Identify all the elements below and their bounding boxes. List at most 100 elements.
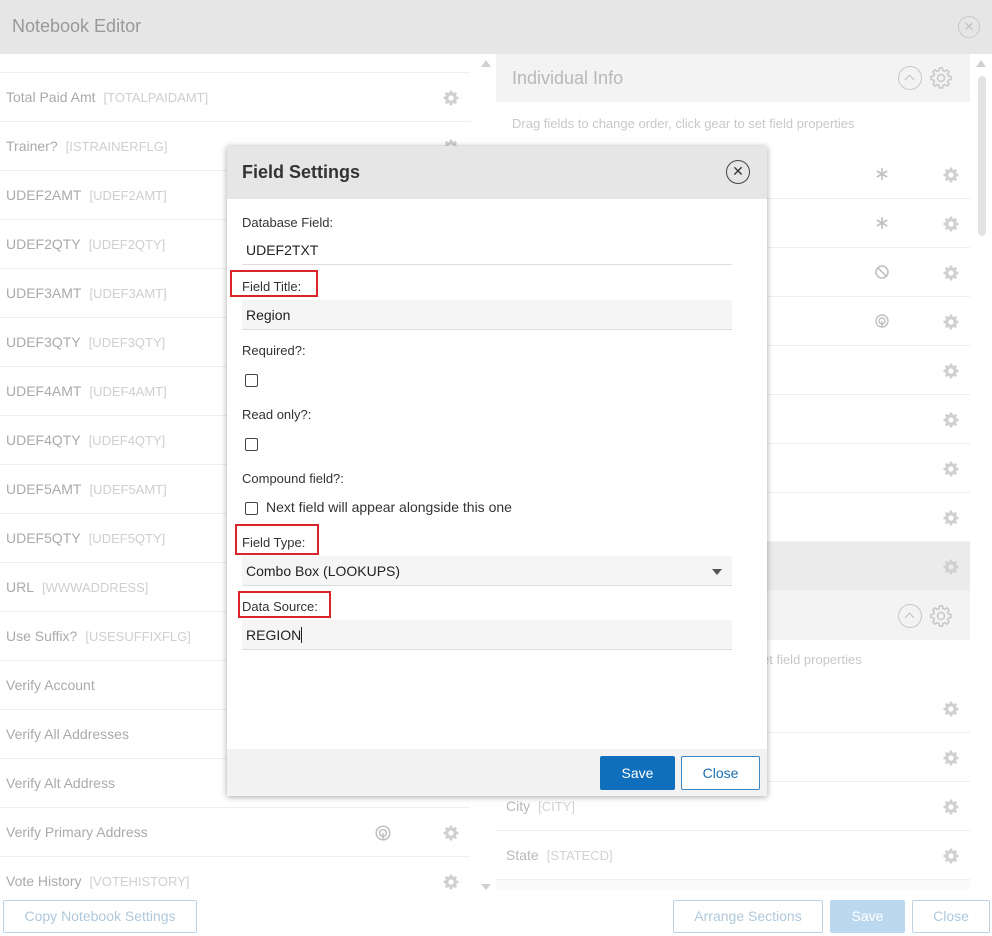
window-close-icon[interactable]: ✕	[958, 16, 980, 38]
read-only-label: Read only?:	[242, 407, 312, 422]
read-only-checkbox[interactable]	[245, 438, 258, 451]
field-code: [UDEF4QTY]	[88, 433, 166, 448]
gear-icon[interactable]	[942, 509, 960, 527]
section-hint-2-text: et field properties	[762, 652, 862, 667]
gear-icon[interactable]	[442, 89, 460, 107]
section-hint: Drag fields to change order, click gear …	[496, 102, 970, 150]
field-label: Trainer?	[6, 138, 58, 154]
section-header: Individual Info	[496, 54, 970, 102]
field-code: [USESUFFIXFLG]	[85, 629, 191, 644]
field-label: UDEF3AMT	[6, 285, 82, 301]
field-code: [UDEF3AMT]	[89, 286, 167, 301]
compound-field-label: Compound field?:	[242, 471, 344, 486]
field-title-input[interactable]: Region	[242, 300, 732, 330]
field-type-selected-value: Combo Box (LOOKUPS)	[246, 563, 401, 579]
section-gear-icon[interactable]	[929, 604, 953, 628]
field-code: [UDEF4AMT]	[89, 384, 167, 399]
footer-save-button[interactable]: Save	[830, 900, 905, 933]
gear-icon[interactable]	[942, 847, 960, 865]
field-code: [WWWADDRESS]	[42, 580, 149, 595]
field-code: [UDEF5QTY]	[88, 531, 166, 546]
field-list-item[interactable]: Total Paid Amt [TOTALPAIDAMT]	[0, 73, 470, 122]
compound-field-checkbox-text[interactable]: Next field will appear alongside this on…	[266, 499, 512, 515]
field-label: Use Suffix?	[6, 628, 78, 644]
field-list-item[interactable]: Verify Primary Address	[0, 808, 470, 857]
section-gear-icon[interactable]	[929, 66, 953, 90]
field-label: Verify Primary Address	[6, 824, 148, 840]
field-label: UDEF5QTY	[6, 530, 81, 546]
field-code: [UDEF5AMT]	[89, 482, 167, 497]
data-source-value: REGION	[246, 627, 302, 643]
copy-notebook-settings-button[interactable]: Copy Notebook Settings	[3, 900, 197, 933]
window-title: Notebook Editor	[12, 16, 142, 36]
gear-icon[interactable]	[942, 749, 960, 767]
collapse-section-icon[interactable]	[898, 66, 922, 90]
required-checkbox[interactable]	[245, 374, 258, 387]
gear-icon[interactable]	[942, 460, 960, 478]
required-asterisk-icon	[876, 168, 888, 180]
editor-footer: Copy Notebook Settings Arrange Sections …	[0, 890, 992, 936]
dialog-header: Field Settings ✕	[227, 146, 767, 199]
gear-icon[interactable]	[942, 558, 960, 576]
field-type-select[interactable]: Combo Box (LOOKUPS)	[242, 556, 732, 586]
dialog-title: Field Settings	[242, 162, 361, 182]
gear-icon[interactable]	[942, 362, 960, 380]
gear-icon[interactable]	[942, 166, 960, 184]
save-button[interactable]: Save	[600, 756, 675, 790]
field-list-item[interactable]: Vote History [VOTEHISTORY]	[0, 857, 470, 890]
field-label: UDEF5AMT	[6, 481, 82, 497]
field-code: [TOTALPAIDAMT]	[103, 90, 209, 105]
section-field-row-state[interactable]: State [STATECD]	[496, 831, 970, 880]
arrange-sections-button[interactable]: Arrange Sections	[673, 900, 823, 933]
field-code: [UDEF2QTY]	[88, 237, 166, 252]
field-label: UDEF2QTY	[6, 236, 81, 252]
field-type-label: Field Type:	[242, 535, 306, 550]
scroll-up-icon[interactable]	[976, 60, 986, 67]
field-code: [UDEF2AMT]	[89, 188, 167, 203]
gear-icon[interactable]	[942, 313, 960, 331]
gear-icon[interactable]	[942, 411, 960, 429]
field-label: State	[506, 847, 539, 863]
field-label: City	[506, 798, 531, 814]
collapse-section-icon[interactable]	[898, 604, 922, 628]
field-code: [VOTEHISTORY]	[89, 874, 190, 889]
field-label: Verify Account	[6, 677, 95, 693]
right-scrollbar[interactable]	[970, 54, 992, 890]
compound-field-checkbox[interactable]	[245, 502, 258, 515]
field-code: [STATECD]	[546, 848, 613, 863]
field-label: Verify All Addresses	[6, 726, 129, 742]
gear-icon[interactable]	[942, 798, 960, 816]
dialog-footer: Save Close	[227, 749, 767, 796]
scroll-up-icon[interactable]	[481, 60, 491, 67]
list-item-partial	[0, 54, 470, 73]
field-label: URL	[6, 579, 35, 595]
field-label: UDEF4AMT	[6, 383, 82, 399]
field-label: Verify Alt Address	[6, 775, 115, 791]
required-label: Required?:	[242, 343, 306, 358]
gear-icon[interactable]	[442, 873, 460, 890]
gear-icon[interactable]	[942, 264, 960, 282]
field-label: UDEF2AMT	[6, 187, 82, 203]
field-settings-dialog: Field Settings ✕ Database Field: UDEF2TX…	[227, 146, 767, 796]
close-button[interactable]: Close	[681, 756, 760, 790]
field-code: [ISTRAINERFLG]	[65, 139, 168, 154]
window-titlebar: Notebook Editor ✕	[0, 0, 992, 54]
gear-icon[interactable]	[942, 700, 960, 718]
dialog-close-icon[interactable]: ✕	[726, 160, 750, 184]
data-source-label: Data Source:	[242, 599, 318, 614]
fingerprint-icon	[875, 314, 889, 328]
field-title-label: Field Title:	[242, 279, 302, 294]
required-asterisk-icon	[876, 217, 888, 229]
field-code: [UDEF3QTY]	[88, 335, 166, 350]
text-cursor	[301, 627, 303, 643]
field-label: UDEF3QTY	[6, 334, 81, 350]
data-source-input[interactable]: REGION	[242, 620, 732, 650]
gear-icon[interactable]	[442, 824, 460, 842]
database-field-label: Database Field:	[242, 215, 334, 230]
fingerprint-icon	[375, 825, 391, 841]
scrollbar-thumb[interactable]	[978, 76, 986, 236]
field-label: Vote History	[6, 873, 82, 889]
footer-close-button[interactable]: Close	[912, 900, 990, 933]
gear-icon[interactable]	[942, 215, 960, 233]
database-field-value: UDEF2TXT	[242, 235, 732, 265]
